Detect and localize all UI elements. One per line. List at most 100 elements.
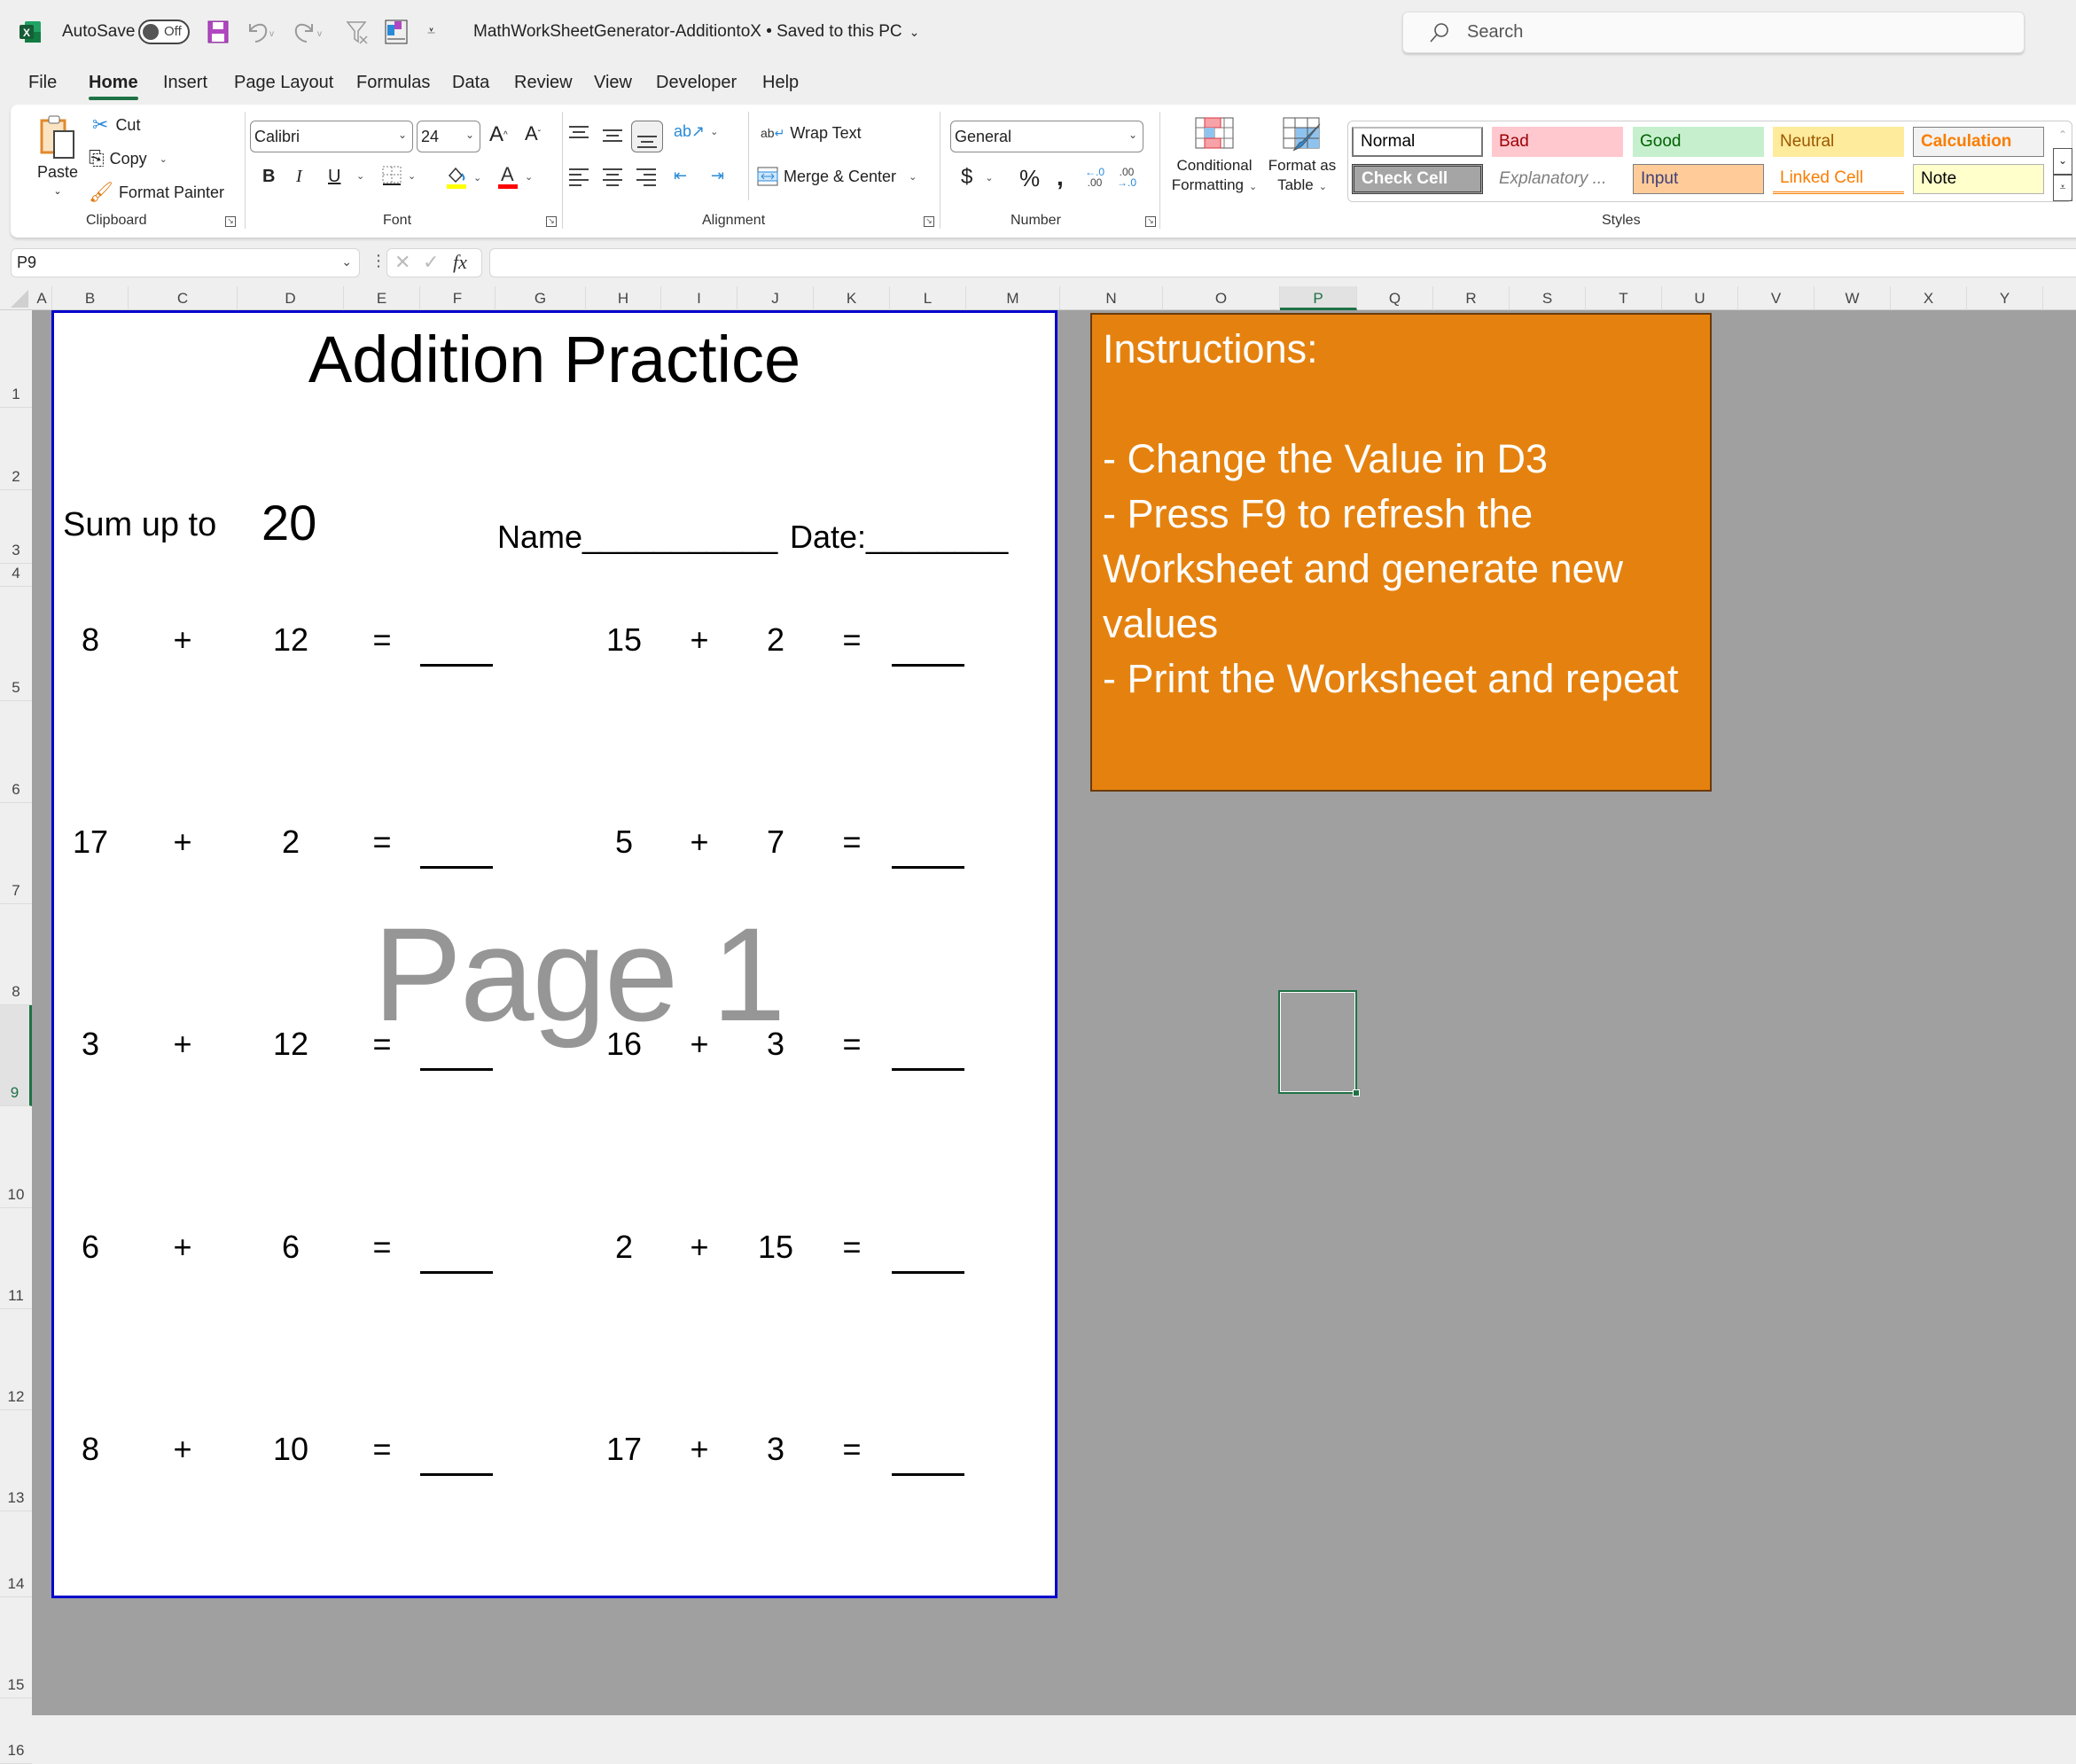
paste-button[interactable]: Paste ⌄ <box>32 113 83 197</box>
wrap-text-button[interactable]: ab↵ Wrap Text <box>761 124 862 143</box>
gallery-scroll-up-icon[interactable]: ⌃ <box>2053 121 2072 148</box>
tab-page-layout[interactable]: Page Layout <box>234 73 333 93</box>
name-box[interactable]: P9 ⌄ <box>11 248 360 277</box>
column-header-a[interactable]: A <box>32 286 52 310</box>
column-header-w[interactable]: W <box>1815 286 1891 310</box>
column-header-h[interactable]: H <box>586 286 661 310</box>
style-input[interactable]: Input <box>1633 164 1764 194</box>
row-header-4[interactable]: 4 <box>0 564 32 587</box>
bold-button[interactable]: B <box>262 167 275 187</box>
column-header-c[interactable]: C <box>129 286 238 310</box>
style-calculation[interactable]: Calculation <box>1913 127 2044 157</box>
clipboard-launcher-icon[interactable]: ↘ <box>225 216 236 227</box>
row-header-15[interactable]: 15 <box>0 1597 32 1698</box>
increase-font-size-button[interactable]: A ^ <box>489 122 508 147</box>
column-header-u[interactable]: U <box>1662 286 1738 310</box>
column-header-x[interactable]: X <box>1891 286 1967 310</box>
gallery-scroll-down-icon[interactable]: ⌄ <box>2053 148 2072 175</box>
row-header-9[interactable]: 9 <box>0 1005 32 1106</box>
tab-developer[interactable]: Developer <box>656 73 737 93</box>
enter-icon[interactable]: ✓ <box>423 251 439 274</box>
decrease-indent-icon[interactable]: ⇤ <box>674 167 687 185</box>
fill-handle[interactable] <box>1353 1089 1360 1097</box>
decrease-font-size-button[interactable]: Aˇ <box>525 122 541 145</box>
align-center-icon[interactable] <box>603 168 622 186</box>
style-bad[interactable]: Bad <box>1492 127 1623 157</box>
bottom-align-button[interactable] <box>631 121 663 152</box>
font-name-select[interactable]: Calibri ⌄ <box>250 121 413 152</box>
column-header-r[interactable]: R <box>1433 286 1510 310</box>
redo-icon[interactable]: v <box>294 18 324 46</box>
formula-input[interactable] <box>489 248 2076 277</box>
undo-icon[interactable]: v <box>246 18 277 46</box>
style-linked-cell[interactable]: Linked Cell <box>1773 164 1904 194</box>
row-header-1[interactable]: 1 <box>0 310 32 408</box>
row-header-14[interactable]: 14 <box>0 1511 32 1597</box>
insert-function-icon[interactable]: fx <box>453 251 467 274</box>
answer-blank[interactable] <box>892 1473 964 1476</box>
column-header-y[interactable]: Y <box>1967 286 2043 310</box>
column-header-t[interactable]: T <box>1586 286 1662 310</box>
number-format-select[interactable]: General ⌄ <box>950 121 1143 152</box>
answer-blank[interactable] <box>420 1068 493 1071</box>
decrease-decimal-button[interactable]: .00 →.0 <box>1117 167 1136 188</box>
copy-button[interactable]: ⎘ Copy ⌄ <box>89 147 168 170</box>
column-header-l[interactable]: L <box>890 286 966 310</box>
search-box[interactable]: Search <box>1402 12 2025 53</box>
align-left-icon[interactable] <box>569 168 589 186</box>
column-header-d[interactable]: D <box>238 286 344 310</box>
row-header-13[interactable]: 13 <box>0 1410 32 1511</box>
save-icon[interactable] <box>207 18 229 46</box>
answer-blank[interactable] <box>892 1068 964 1071</box>
tab-home[interactable]: Home <box>89 73 138 100</box>
instructions-box[interactable]: Instructions: - Change the Value in D3 -… <box>1090 313 1712 792</box>
row-header-2[interactable]: 2 <box>0 408 32 490</box>
tab-help[interactable]: Help <box>762 73 799 93</box>
column-header-i[interactable]: I <box>661 286 738 310</box>
style-normal[interactable]: Normal <box>1352 127 1483 157</box>
column-header-k[interactable]: K <box>814 286 890 310</box>
select-all-button[interactable] <box>0 286 32 310</box>
alignment-launcher-icon[interactable]: ↘ <box>924 216 934 227</box>
column-header-e[interactable]: E <box>344 286 420 310</box>
format-painter-button[interactable]: 🖌 Format Painter <box>89 181 224 204</box>
autosave-toggle[interactable]: Off <box>138 18 190 46</box>
increase-indent-icon[interactable]: ⇥ <box>711 167 724 185</box>
font-launcher-icon[interactable]: ↘ <box>546 216 557 227</box>
underline-button[interactable]: U <box>328 167 340 187</box>
row-header-11[interactable]: 11 <box>0 1208 32 1309</box>
tab-file[interactable]: File <box>28 73 57 93</box>
tab-insert[interactable]: Insert <box>163 73 207 93</box>
font-color-button[interactable]: A ⌄ <box>496 163 533 190</box>
column-header-p[interactable]: P <box>1280 286 1357 310</box>
cancel-icon[interactable]: ✕ <box>394 251 410 274</box>
answer-blank[interactable] <box>892 1271 964 1274</box>
font-size-select[interactable]: 24 ⌄ <box>417 121 480 152</box>
align-right-icon[interactable] <box>636 168 656 186</box>
column-header-g[interactable]: G <box>496 286 586 310</box>
row-header-6[interactable]: 6 <box>0 701 32 803</box>
percent-button[interactable]: % <box>1019 165 1040 192</box>
merge-center-button[interactable]: Merge & Center ⌄ <box>757 167 917 186</box>
formula-bar-grip-icon[interactable]: ⋮ <box>371 252 386 270</box>
answer-blank[interactable] <box>892 866 964 869</box>
comma-style-button[interactable]: , <box>1057 163 1064 191</box>
column-header-m[interactable]: M <box>966 286 1060 310</box>
number-launcher-icon[interactable]: ↘ <box>1145 216 1156 227</box>
clear-filter-icon[interactable] <box>346 18 369 46</box>
column-header-f[interactable]: F <box>420 286 496 310</box>
style-explanatory[interactable]: Explanatory ... <box>1492 164 1623 194</box>
row-header-7[interactable]: 7 <box>0 803 32 904</box>
conditional-formatting-button[interactable]: Conditional Formatting ⌄ <box>1168 117 1260 197</box>
style-neutral[interactable]: Neutral <box>1773 127 1904 157</box>
answer-blank[interactable] <box>420 1271 493 1274</box>
gallery-expand-icon[interactable]: ⩡ <box>2053 175 2072 201</box>
style-check-cell[interactable]: Check Cell <box>1352 164 1483 194</box>
borders-button[interactable]: ⌄ <box>381 165 416 186</box>
row-header-16[interactable]: 16 <box>0 1698 32 1764</box>
answer-blank[interactable] <box>420 1473 493 1476</box>
currency-button[interactable]: $ ⌄ <box>961 165 994 190</box>
top-align-icon[interactable] <box>569 126 589 142</box>
selected-cell-p9[interactable] <box>1278 990 1360 1097</box>
column-header-s[interactable]: S <box>1510 286 1586 310</box>
